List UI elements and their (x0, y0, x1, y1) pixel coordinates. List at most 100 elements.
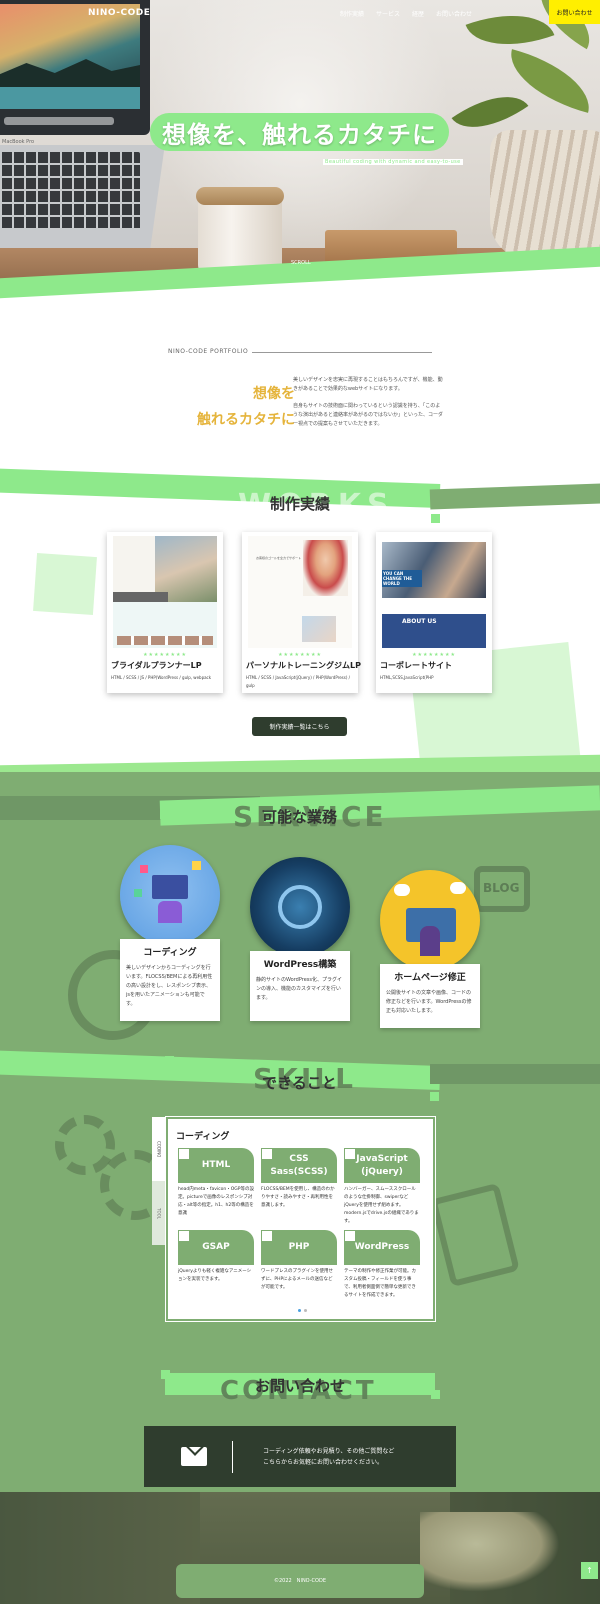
skill-item: GSAP jQueryよりも軽く複雑なアニメーションを実装できます。 (178, 1230, 254, 1284)
slider-dot[interactable] (304, 1309, 307, 1312)
card-title[interactable]: パーソナルトレーニングジムLP (246, 660, 361, 671)
scroll-indicator[interactable]: SCROLL (291, 260, 311, 266)
skill-tabs: CODING TOOL (152, 1117, 166, 1245)
skill-item: CSS Sass(SCSS) FLOCSS/BEMを使用し、構造のわかりやすさ・… (261, 1148, 337, 1210)
hero-title-pill: 想像を、触れるカタチに (150, 113, 449, 151)
skill-name: GSAP (178, 1230, 254, 1265)
coding-illustration (120, 845, 220, 945)
nav-item-works[interactable]: 制作実績 (340, 9, 364, 18)
contact-text-line: コーディング依頼やお見積り、その他ご質問など (263, 1448, 395, 1455)
ceramic-jar (196, 187, 284, 275)
plant-pot (490, 130, 600, 260)
about-divider (252, 352, 432, 353)
laptop-keyboard (0, 152, 140, 230)
skill-desc: head内meta・favicon・OGP等の設定。pictureで画像のレスポ… (178, 1187, 254, 1216)
about-tagline: 想像を 触れるカタチに (197, 381, 295, 433)
skill-band (430, 1064, 600, 1084)
title-corner (431, 514, 440, 523)
title-corner (160, 810, 169, 819)
hero: MacBook Pro NINO-CODE 制作実績 サービス 経歴 お問い合わ… (0, 0, 600, 305)
about-heading: NINO-CODE PORTFOLIO (168, 348, 249, 355)
about-text: 美しいデザインを忠実に再現することはもちろんですが、機能、動きがあることで効果的… (293, 376, 443, 437)
card-tags: HTML / SCSS / JavaScript(jQuery) / PHP(W… (246, 675, 351, 688)
card-stars: ★★★★★★★★ (278, 652, 322, 658)
service-card: WordPress構築 静的サイトのWordPress化、プラグインの導入、機能… (250, 951, 350, 1021)
contact-text-line: こちらからお気軽にお問い合わせください。 (263, 1459, 384, 1466)
works-list-button[interactable]: 制作実績一覧はこちら (252, 717, 347, 736)
skill-desc: テーマの制作や修正作業が可能。カスタム投稿・フィールドを使う事で、利用者側面倒で… (344, 1269, 416, 1298)
hero-title: 想像を、触れるカタチに (162, 120, 437, 149)
slider-dots (298, 1309, 307, 1312)
skill-item: PHP ワードプレスのプラグインを使用せずに、PHPによるメールの送信などが可能… (261, 1230, 337, 1292)
blog-bg-icon: BLOG (474, 866, 530, 912)
service-title: ホームページ修正 (394, 973, 466, 983)
title-corner (161, 1370, 170, 1379)
homepage-illustration (380, 870, 480, 970)
service-title: WordPress構築 (263, 960, 337, 970)
skill-panel: コーディング HTML head内meta・favicon・OGP等の設定。pi… (165, 1116, 436, 1322)
work-card[interactable]: ★★★★★★★★ ブライダルプランナーLP HTML / SCSS / JS /… (107, 532, 223, 693)
work-thumbnail[interactable]: YOU CAN CHANGE THE WORLD ABOUT US (382, 536, 486, 648)
mail-icon (181, 1447, 207, 1466)
works-title: 制作実績 (270, 495, 331, 513)
skill-panel-heading: コーディング (176, 1132, 230, 1142)
skill-name: PHP (261, 1230, 337, 1265)
title-corner (165, 1056, 174, 1065)
back-to-top-button[interactable]: ↑ (581, 1562, 598, 1579)
skill-name: WordPress (344, 1230, 420, 1265)
service-card: ホームページ修正 公開後サイトの文章や画像、コードの修正などを行います。Word… (380, 964, 480, 1028)
nav-item-service[interactable]: サービス (376, 9, 400, 18)
skill-desc: jQueryよりも軽く複雑なアニメーションを実装できます。 (178, 1269, 252, 1282)
works-band (429, 482, 600, 510)
slider-dot[interactable] (298, 1309, 301, 1312)
about-tagline-line: 想像を (253, 386, 295, 402)
site-logo[interactable]: NINO-CODE (88, 8, 150, 18)
skill-desc: ワードプレスのプラグインを使用せずに、PHPによるメールの送信などが可能です。 (261, 1269, 333, 1290)
footer-bar: ©2022 NINO-CODE (176, 1564, 424, 1598)
contact-divider (232, 1441, 233, 1473)
card-tags: HTML,SCSS,JavaScript(PHP (380, 675, 434, 680)
work-card[interactable]: YOU CAN CHANGE THE WORLD ABOUT US ★★★★★★… (376, 532, 492, 693)
title-corner (430, 1092, 439, 1101)
skill-desc: ハンバーガー、スムーススクロールのような仕掛制御、swiperなどjQueryを… (344, 1187, 419, 1224)
service-desc: 静的サイトのWordPress化、プラグインの導入、機能のカスタマイズを行います… (256, 977, 343, 1001)
work-card[interactable]: お客様のゴールを全力でサポート ★★★★★★★★ パーソナルトレーニングジムLP… (242, 532, 361, 693)
about-tagline-line: 触れるカタチに (197, 412, 295, 428)
work-thumbnail[interactable]: お客様のゴールを全力でサポート (248, 536, 352, 648)
decor-square (33, 552, 97, 616)
contact-text: コーディング依頼やお見積り、その他ご質問など こちらからお気軽にお問い合わせくだ… (263, 1446, 394, 1468)
skill-item: JavaScript (jQuery) ハンバーガー、スムーススクロールのような… (344, 1148, 420, 1226)
skill-item: WordPress テーマの制作や修正作業が可能。カスタム投稿・フィールドを使う… (344, 1230, 420, 1300)
laptop-label: MacBook Pro (2, 139, 35, 145)
contact-title: お問い合わせ (255, 1377, 346, 1395)
service-title: 可能な業務 (262, 808, 338, 826)
card-title[interactable]: ブライダルプランナーLP (111, 660, 202, 671)
skill-name: JavaScript (jQuery) (344, 1148, 420, 1183)
wordpress-illustration (250, 857, 350, 957)
work-thumbnail[interactable] (113, 536, 217, 648)
service-card: コーディング 美しいデザインからコーディングを行います。FLOCSS/BEMによ… (120, 939, 220, 1021)
title-corner (161, 480, 170, 489)
about-paragraph: 美しいデザインを忠実に再現することはもちろんですが、機能、動きがあることで効果的… (293, 377, 443, 392)
contact-cta[interactable]: コーディング依頼やお見積り、その他ご質問など こちらからお気軽にお問い合わせくだ… (144, 1426, 456, 1487)
about-paragraph: 自身もサイトの技術面に関わっているという認識を持ち、「このような演出があると連絡… (293, 403, 444, 427)
nav-links: 制作実績 サービス 経歴 お問い合わせ (340, 9, 472, 18)
tab-tool[interactable]: TOOL (152, 1181, 166, 1245)
card-title[interactable]: コーポレートサイト (380, 660, 452, 671)
tab-coding[interactable]: CODING (152, 1117, 166, 1181)
laptop-dock (4, 117, 114, 125)
skill-desc: FLOCSS/BEMを使用し、構造のわかりやすさ・読みやすさ・再利用性を意識しま… (261, 1187, 335, 1208)
service-desc: 美しいデザインからコーディングを行います。FLOCSS/BEMによる再利用性の高… (126, 965, 213, 1007)
title-corner (431, 1390, 440, 1399)
nav-item-contact[interactable]: お問い合わせ (436, 9, 472, 18)
header-contact-button[interactable]: お問い合わせ (549, 0, 600, 24)
nav-item-career[interactable]: 経歴 (412, 9, 424, 18)
service-title: コーディング (143, 948, 197, 958)
card-tags: HTML / SCSS / JS / PHP(WordPress / gulp,… (111, 675, 212, 680)
top-nav: NINO-CODE 制作実績 サービス 経歴 お問い合わせ お問い合わせ (0, 0, 600, 26)
card-stars: ★★★★★★★★ (412, 652, 456, 658)
skill-name: HTML (178, 1148, 254, 1183)
card-stars: ★★★★★★★★ (143, 652, 187, 658)
hero-subtitle: Beautiful coding with dynamic and easy-t… (323, 159, 463, 165)
copyright: ©2022 NINO-CODE (274, 1578, 326, 1584)
